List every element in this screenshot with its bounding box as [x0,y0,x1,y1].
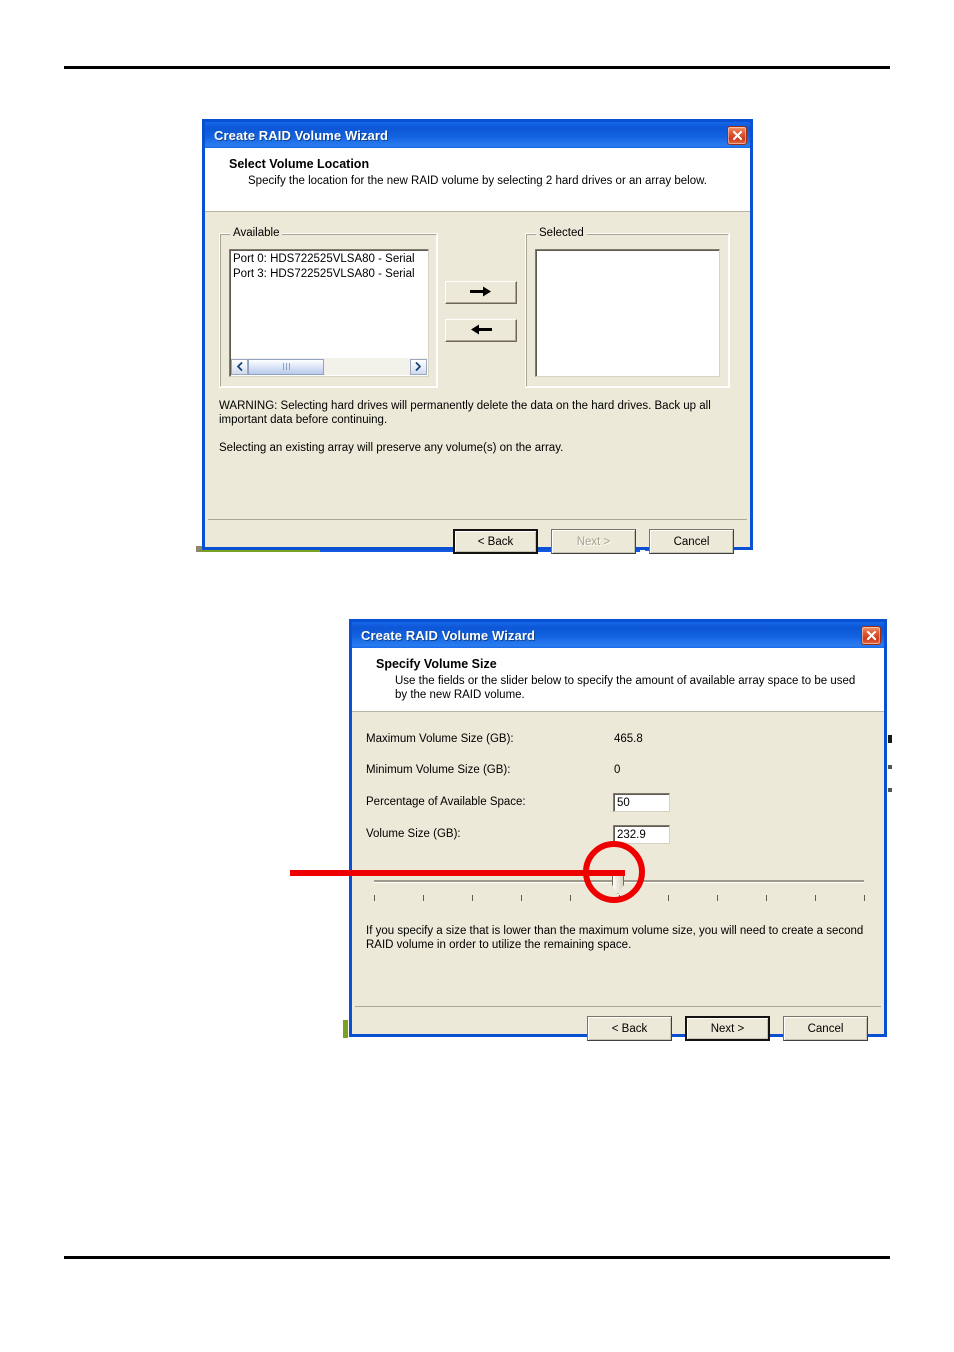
slider-tick [423,895,424,901]
slider-tick [864,895,865,901]
background-artifact-side-2 [888,765,892,769]
create-raid-volume-wizard-location-dialog: Create RAID Volume Wizard Select Volume … [202,119,753,554]
minimum-volume-size-value: 0 [614,764,621,776]
background-artifact-side-3 [888,788,892,792]
create-raid-volume-wizard-size-dialog: Create RAID Volume Wizard Specify Volume… [349,619,887,1041]
slider-tick [521,895,522,901]
list-item[interactable]: Port 0: HDS722525VLSA80 - Serial [230,252,428,267]
dialog-body: Available Port 0: HDS722525VLSA80 - Seri… [205,212,750,519]
horizontal-scrollbar[interactable] [231,358,427,375]
page-title: Select Volume Location [229,157,370,171]
dialog-footer: < Back Next > Cancel [205,520,750,564]
page-description: Use the fields or the slider below to sp… [395,675,856,701]
annotation-pointer-line [290,870,625,876]
array-note-text: Selecting an existing array will preserv… [219,442,564,454]
volume-size-label: Volume Size (GB): [366,828,461,840]
close-icon[interactable] [861,625,881,645]
page-title: Specify Volume Size [376,657,497,671]
list-item[interactable]: Port 3: HDS722525VLSA80 - Serial [230,267,428,282]
dialog-header: Specify Volume Size Use the fields or th… [352,648,884,712]
dialog-footer: < Back Next > Cancel [352,1007,884,1051]
maximum-volume-size-label: Maximum Volume Size (GB): [366,733,514,745]
page-top-rule [64,66,890,69]
page-description: Specify the location for the new RAID vo… [248,175,707,187]
back-button[interactable]: < Back [453,529,538,554]
arrow-right-icon [470,285,492,301]
chevron-right-icon[interactable] [410,358,427,375]
arrow-left-icon [470,323,492,339]
titlebar: Create RAID Volume Wizard [205,122,750,148]
available-groupbox-label: Available [230,227,283,239]
slider-tick [766,895,767,901]
scrollbar-thumb[interactable] [248,358,325,375]
available-listbox[interactable]: Port 0: HDS722525VLSA80 - Serial Port 3:… [229,249,429,377]
window-title: Create RAID Volume Wizard [361,627,536,643]
slider-tick [374,895,375,901]
dialog-header: Select Volume Location Specify the locat… [205,148,750,212]
background-artifact-side-1 [888,735,892,743]
cancel-button[interactable]: Cancel [783,1016,868,1041]
move-left-button[interactable] [445,319,517,342]
slider-tick [472,895,473,901]
slider-tick [668,895,669,901]
cancel-button[interactable]: Cancel [649,529,734,554]
window-title: Create RAID Volume Wizard [214,127,389,143]
next-button: Next > [551,529,636,554]
slider-tick [717,895,718,901]
selected-groupbox-label: Selected [536,227,587,239]
selected-listbox[interactable] [535,249,720,377]
slider-tick [570,895,571,901]
percentage-of-available-space-input[interactable] [613,793,670,812]
percentage-of-available-space-label: Percentage of Available Space: [366,796,526,808]
back-button[interactable]: < Back [587,1016,672,1041]
volume-size-note-text: If you specify a size that is lower than… [366,925,864,951]
next-button[interactable]: Next > [685,1016,770,1041]
maximum-volume-size-value: 465.8 [614,733,643,745]
move-right-button[interactable] [445,281,517,304]
chevron-left-icon[interactable] [231,358,248,375]
page-bottom-rule [64,1256,890,1259]
background-artifact-side-4 [343,1020,348,1038]
close-icon[interactable] [727,125,747,145]
scrollbar-grip-icon [282,363,290,370]
warning-text: WARNING: Selecting hard drives will perm… [219,400,711,426]
minimum-volume-size-label: Minimum Volume Size (GB): [366,764,511,776]
slider-tick [815,895,816,901]
scrollbar-track[interactable] [248,358,410,375]
annotation-highlight-circle [583,841,645,903]
titlebar: Create RAID Volume Wizard [352,622,884,648]
